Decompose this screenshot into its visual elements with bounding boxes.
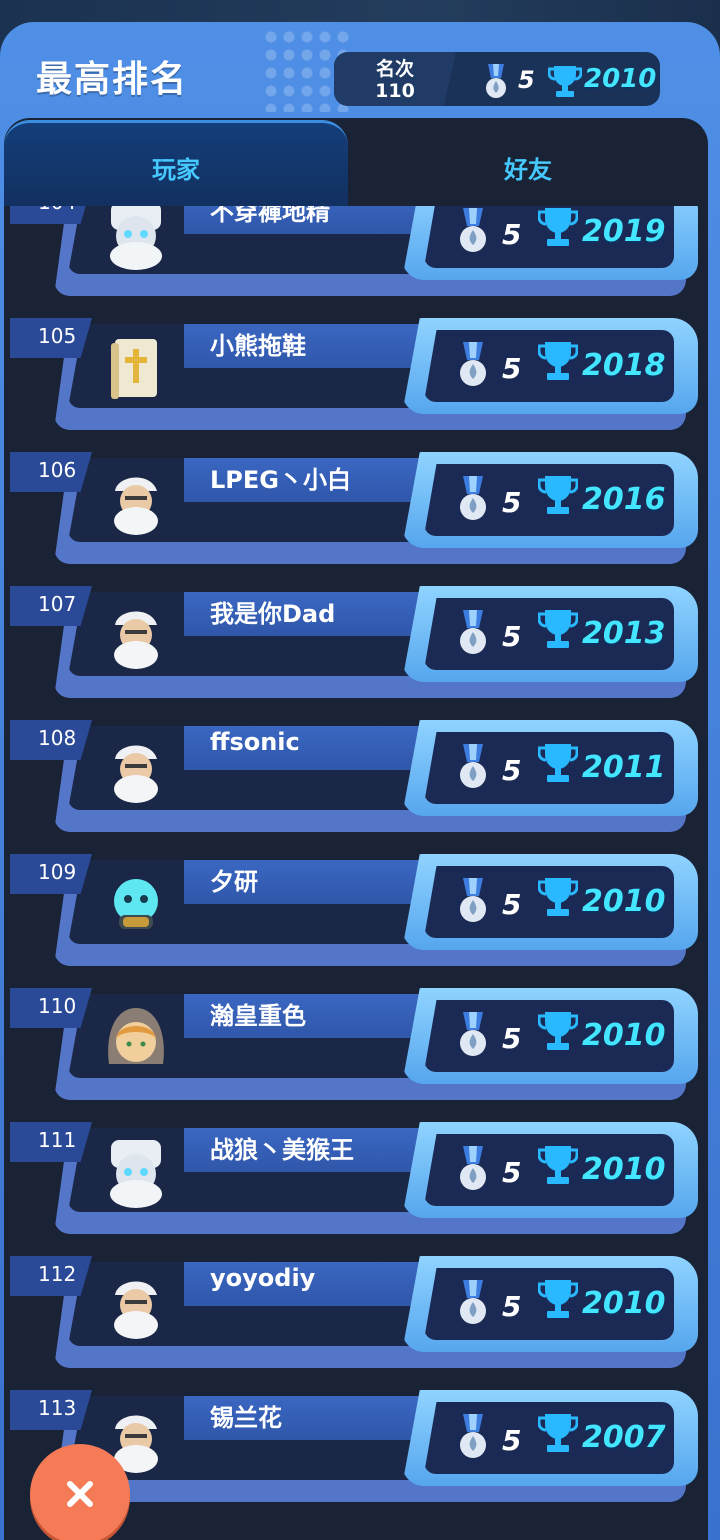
trophy-icon [538,1146,578,1184]
rank-number: 112 [38,1262,77,1286]
medal-icon [460,208,486,252]
trophy-icon [538,342,578,380]
rank-number: 113 [38,1396,77,1420]
medal-count: 5 [502,620,522,653]
medal-icon [460,744,486,788]
trophy-icon [538,744,578,782]
medal-icon [460,878,486,922]
medal-count: 5 [502,352,522,385]
my-rank-label: 名次 [375,58,414,80]
bearded-elder-avatar-icon[interactable] [96,598,176,678]
cyan-spirit-avatar-icon[interactable] [96,866,176,946]
rank-number: 105 [38,324,77,348]
trophy-score: 2010 [582,1286,666,1321]
trophy-score: 2010 [582,884,666,919]
trophy-icon [538,476,578,514]
player-name: 锡兰花 [210,1404,282,1432]
trophy-icon [538,208,578,246]
tab-friends[interactable]: 好友 [352,150,704,185]
trophy-icon [538,878,578,916]
medal-icon [460,610,486,654]
leaderboard-row[interactable]: 111 战狼丶美猴王 5 2010 [4,1122,708,1234]
leaderboard-list[interactable]: 104 不穿褲地精 5 2019 105 小熊拖鞋 5 2018 106 [4,206,708,1540]
trophy-icon [538,1280,578,1318]
player-name: 战狼丶美猴王 [210,1136,354,1164]
my-medal-count: 5 [518,66,535,94]
leaderboard-row[interactable]: 105 小熊拖鞋 5 2018 [4,318,708,430]
rank-number: 108 [38,726,77,750]
trophy-score: 2010 [582,1018,666,1053]
medal-count: 5 [502,218,522,251]
bearded-elder-avatar-icon[interactable] [96,732,176,812]
close-button[interactable] [30,1444,130,1540]
rank-number: 110 [38,994,77,1018]
holy-book-avatar-icon[interactable] [96,330,176,410]
leaderboard-row[interactable]: 107 我是你Dad 5 2013 [4,586,708,698]
leaderboard-row[interactable]: 108 ffsonic 5 2011 [4,720,708,832]
rank-number: 109 [38,860,77,884]
player-name: yoyodiy [210,1264,316,1292]
leaderboard-row[interactable]: 104 不穿褲地精 5 2019 [4,206,708,296]
rank-number: 104 [12,206,92,214]
medal-icon [486,64,506,98]
medal-count: 5 [502,1290,522,1323]
close-icon [67,1481,93,1507]
medal-count: 5 [502,486,522,519]
trophy-score: 2019 [582,214,666,249]
trophy-icon [548,66,582,97]
hooded-girl-avatar-icon[interactable] [96,1000,176,1080]
medal-icon [460,1146,486,1190]
player-name: 我是你Dad [210,600,336,628]
player-name: LPEG丶小白 [210,466,351,494]
medal-icon [460,476,486,520]
my-rank-value: 110 [375,80,415,102]
rank-number: 106 [38,458,77,482]
medal-icon [460,1012,486,1056]
player-name: ffsonic [210,728,300,756]
trophy-score: 2018 [582,348,666,383]
medal-count: 5 [502,1424,522,1457]
leaderboard-row[interactable]: 109 夕研 5 2010 [4,854,708,966]
bearded-elder-avatar-icon[interactable] [96,1268,176,1348]
page-title: 最高排名 [36,59,189,100]
trophy-score: 2016 [582,482,666,517]
medal-icon [460,1414,486,1458]
leaderboard-row[interactable]: 112 yoyodiy 5 2010 [4,1256,708,1368]
player-name: 小熊拖鞋 [210,332,306,360]
leaderboard-row[interactable]: 106 LPEG丶小白 5 2016 [4,452,708,564]
player-name: 瀚皇重色 [210,1002,306,1030]
medal-count: 5 [502,754,522,787]
player-name: 夕研 [210,868,258,896]
trophy-icon [538,610,578,648]
tab-players-label[interactable]: 玩家 [4,150,348,185]
rank-number: 111 [38,1128,77,1152]
white-elder-avatar-icon[interactable] [96,206,176,276]
player-name: 不穿褲地精 [210,206,330,226]
bearded-elder-avatar-icon[interactable] [96,464,176,544]
white-elder-avatar-icon[interactable] [96,1134,176,1214]
my-trophy-score: 2010 [584,64,657,94]
leaderboard-row[interactable]: 110 瀚皇重色 5 2010 [4,988,708,1100]
medal-count: 5 [502,1156,522,1189]
medal-icon [460,342,486,386]
trophy-score: 2011 [582,750,666,785]
trophy-icon [538,1012,578,1050]
medal-count: 5 [502,888,522,921]
rank-number: 107 [38,592,77,616]
medal-count: 5 [502,1022,522,1055]
trophy-score: 2013 [582,616,666,651]
medal-icon [460,1280,486,1324]
trophy-score: 2007 [582,1420,666,1455]
trophy-score: 2010 [582,1152,666,1187]
trophy-icon [538,1414,578,1452]
